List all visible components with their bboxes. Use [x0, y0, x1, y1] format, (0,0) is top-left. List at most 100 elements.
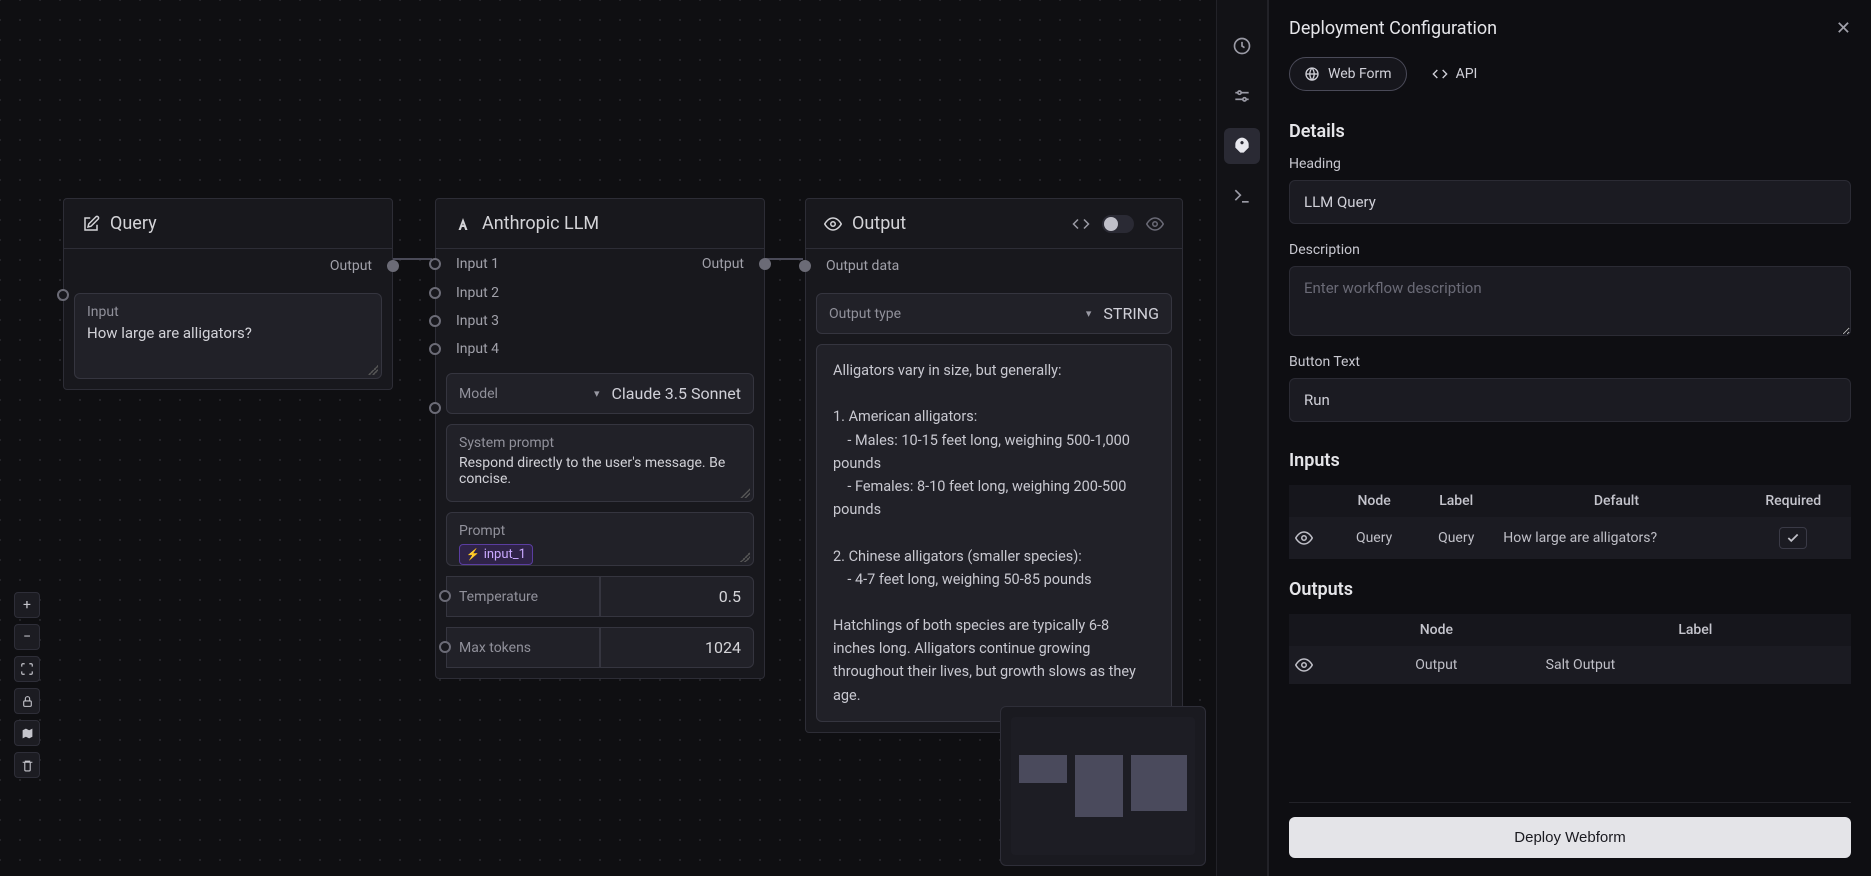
port-output-label: Output [702, 256, 744, 272]
minimap[interactable] [1000, 706, 1206, 866]
system-prompt-value: Respond directly to the user's message. … [459, 455, 741, 487]
button-text-label: Button Text [1289, 354, 1851, 370]
col-default: Default [1497, 485, 1735, 517]
port-input-4[interactable] [429, 343, 441, 355]
system-prompt-label: System prompt [459, 435, 741, 451]
settings-tab[interactable] [1224, 78, 1260, 114]
description-label: Description [1289, 242, 1851, 258]
max-tokens-value: 1024 [705, 638, 741, 657]
model-select[interactable]: Model ▾Claude 3.5 Sonnet [446, 373, 754, 414]
table-row[interactable]: Query Query How large are alligators? [1289, 517, 1851, 559]
chevron-down-icon: ▾ [1086, 307, 1092, 320]
port-output-data-label: Output data [826, 258, 899, 274]
chevron-down-icon: ▾ [594, 387, 600, 400]
lightning-icon: ⚡ [466, 548, 480, 561]
resize-handle[interactable] [740, 552, 750, 562]
input-value[interactable]: How large are alligators? [87, 324, 369, 342]
panel-title: Deployment Configuration [1289, 18, 1497, 39]
zoom-out-button[interactable]: − [14, 624, 40, 650]
input-row-label[interactable]: Query [1415, 517, 1497, 559]
code-icon [1432, 66, 1448, 82]
prompt-field[interactable]: Prompt ⚡input_1 [446, 512, 754, 566]
prompt-variable-chip[interactable]: ⚡input_1 [459, 544, 533, 565]
node-anthropic-llm[interactable]: Anthropic LLM Input 1 Output Input 2 Inp… [435, 198, 765, 679]
visibility-icon[interactable] [1146, 215, 1164, 233]
table-row[interactable]: Output Salt Output [1289, 646, 1851, 684]
delete-button[interactable] [14, 752, 40, 778]
tab-web-form[interactable]: Web Form [1289, 57, 1407, 91]
history-tab[interactable] [1224, 28, 1260, 64]
port-max-tokens[interactable] [439, 641, 451, 653]
side-rail [1216, 0, 1268, 876]
port-input-1[interactable] [429, 258, 441, 270]
max-tokens-label: Max tokens [459, 640, 531, 656]
visibility-icon[interactable] [1295, 656, 1327, 674]
port-input-1-label: Input 1 [456, 256, 499, 272]
tab-api[interactable]: API [1417, 57, 1493, 91]
model-value: Claude 3.5 Sonnet [612, 384, 742, 403]
globe-icon [1304, 66, 1320, 82]
port-input-3-label: Input 3 [456, 313, 499, 329]
col-required: Required [1736, 485, 1851, 517]
port-input-2-label: Input 2 [456, 285, 499, 301]
port-input[interactable] [57, 289, 69, 301]
code-icon[interactable] [1072, 215, 1090, 233]
resize-handle[interactable] [368, 365, 378, 375]
close-button[interactable]: ✕ [1836, 18, 1851, 39]
output-row-label[interactable]: Salt Output [1540, 646, 1851, 684]
prompt-label: Prompt [459, 523, 741, 539]
input-row-node: Query [1333, 517, 1415, 559]
col-label: Label [1540, 614, 1851, 646]
outputs-section-title: Outputs [1289, 579, 1851, 600]
port-input-4-label: Input 4 [456, 341, 499, 357]
port-input-2[interactable] [429, 287, 441, 299]
deploy-tab[interactable] [1224, 128, 1260, 164]
col-label: Label [1415, 485, 1497, 517]
inputs-table: Node Label Default Required Query Query … [1289, 485, 1851, 559]
output-type-select[interactable]: Output type ▾STRING [816, 293, 1172, 334]
node-query[interactable]: Query Output Input How large are alligat… [63, 198, 393, 390]
temperature-value-cell[interactable]: 0.5 [600, 576, 754, 617]
description-input[interactable] [1289, 266, 1851, 336]
terminal-tab[interactable] [1224, 178, 1260, 214]
edit-icon [82, 215, 100, 233]
port-output[interactable] [387, 260, 399, 272]
deployment-panel: Deployment Configuration ✕ Web Form API … [1268, 0, 1871, 876]
system-prompt-field[interactable]: System prompt Respond directly to the us… [446, 424, 754, 502]
port-input-3[interactable] [429, 315, 441, 327]
col-node: Node [1333, 614, 1540, 646]
port-output[interactable] [759, 258, 771, 270]
lock-button[interactable] [14, 688, 40, 714]
outputs-table: Node Label Output Salt Output [1289, 614, 1851, 684]
canvas[interactable]: Query Output Input How large are alligat… [0, 0, 1216, 876]
temperature-label: Temperature [459, 589, 538, 605]
col-node: Node [1333, 485, 1415, 517]
port-output-label: Output [330, 258, 372, 274]
zoom-in-button[interactable]: + [14, 592, 40, 618]
resize-handle[interactable] [740, 488, 750, 498]
heading-label: Heading [1289, 156, 1851, 172]
node-title: Query [110, 213, 157, 234]
input-label: Input [87, 304, 369, 320]
node-output[interactable]: Output Output data Output type ▾STRING A… [805, 198, 1183, 733]
minimap-toggle-button[interactable] [14, 720, 40, 746]
output-toggle[interactable] [1102, 215, 1134, 233]
temperature-value: 0.5 [719, 587, 741, 606]
input-row-default[interactable]: How large are alligators? [1497, 517, 1735, 559]
port-model[interactable] [429, 402, 441, 414]
button-text-input[interactable] [1289, 378, 1851, 422]
visibility-icon[interactable] [1295, 529, 1327, 547]
max-tokens-value-cell[interactable]: 1024 [600, 627, 754, 668]
deploy-webform-button[interactable]: Deploy Webform [1289, 817, 1851, 858]
output-row-node: Output [1333, 646, 1540, 684]
port-temperature[interactable] [439, 590, 451, 602]
heading-input[interactable] [1289, 180, 1851, 224]
details-section-title: Details [1289, 121, 1851, 142]
node-title: Anthropic LLM [482, 213, 599, 234]
anthropic-logo-icon [454, 215, 472, 233]
output-type-label: Output type [829, 306, 901, 322]
required-checkbox[interactable] [1779, 527, 1807, 549]
port-output-data[interactable] [799, 260, 811, 272]
fit-view-button[interactable] [14, 656, 40, 682]
eye-icon [824, 215, 842, 233]
